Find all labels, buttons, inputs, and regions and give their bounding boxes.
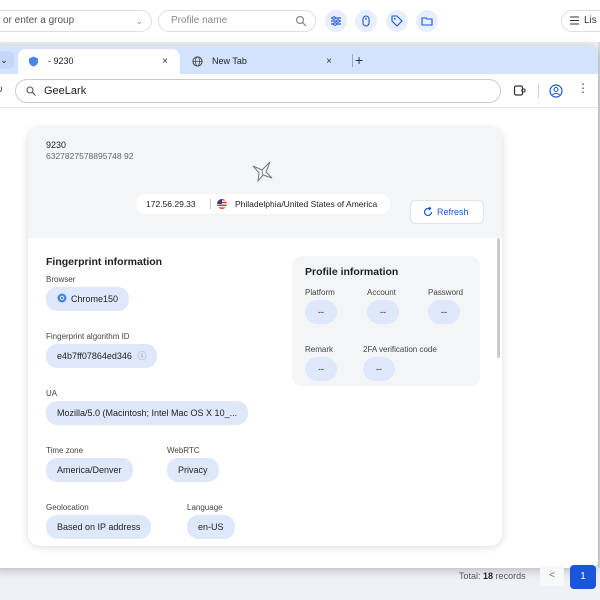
tag-button[interactable] xyxy=(386,10,408,32)
page-1-button[interactable]: 1 xyxy=(570,565,596,589)
browser-value: Chrome150 xyxy=(71,294,119,304)
webrtc-label: WebRTC xyxy=(167,446,200,455)
total-count: 18 xyxy=(483,571,494,581)
ua-value: Mozilla/5.0 (Macintosh; Intel Mac OS X 1… xyxy=(57,408,238,418)
search-icon xyxy=(295,15,307,27)
address-bar: ↻ GeeLark ⋮ xyxy=(0,74,598,108)
toolbar-divider xyxy=(538,84,539,98)
refresh-label: Refresh xyxy=(437,207,469,217)
webrtc-value: Privacy xyxy=(178,465,208,475)
account-label: Account xyxy=(367,288,396,297)
remark-value: -- xyxy=(305,357,337,381)
browser-label: Browser xyxy=(46,275,76,284)
tab-title: - 9230 xyxy=(48,56,74,66)
omnibox-input[interactable]: GeeLark xyxy=(15,79,501,103)
platform-value: -- xyxy=(305,300,337,324)
card-scrollbar[interactable] xyxy=(497,238,500,358)
omnibox-text: GeeLark xyxy=(44,85,87,97)
twofa-label: 2FA verification code xyxy=(363,345,437,354)
group-select[interactable]: or enter a group ⌄ xyxy=(0,10,152,32)
extension-icon[interactable] xyxy=(513,84,526,97)
ua-chip: Mozilla/5.0 (Macintosh; Intel Mac OS X 1… xyxy=(46,401,249,425)
close-icon[interactable]: × xyxy=(326,49,332,74)
mouse-icon xyxy=(362,15,370,27)
total-records: Total: 18 records xyxy=(459,571,526,581)
shield-icon xyxy=(29,56,38,67)
timezone-value: America/Denver xyxy=(57,465,122,475)
webrtc-chip: Privacy xyxy=(167,458,219,482)
timezone-label: Time zone xyxy=(46,446,84,455)
profile-card: 9230 6327827578895748 92 172.56.29.33 Ph… xyxy=(28,128,502,546)
account-value: -- xyxy=(367,300,399,324)
ip-separator xyxy=(210,199,211,209)
refresh-icon xyxy=(423,207,433,217)
tab-separator xyxy=(352,54,353,67)
profile-search-placeholder: Profile name xyxy=(171,15,228,26)
algo-chip: e4b7ff07864ed346 ⓘ xyxy=(46,344,158,368)
filter-button[interactable] xyxy=(325,10,347,32)
menu-dots-icon[interactable]: ⋮ xyxy=(577,81,589,95)
language-chip: en-US xyxy=(187,515,235,539)
profile-info-title: Profile information xyxy=(305,266,399,278)
tab-strip: ⌄ - 9230 × New Tab × + xyxy=(0,46,598,74)
list-icon xyxy=(570,16,579,25)
algo-value: e4b7ff07864ed346 xyxy=(57,351,132,361)
info-icon[interactable]: ⓘ xyxy=(137,351,146,361)
list-view-button[interactable]: Lis xyxy=(561,10,600,32)
total-prefix: Total: xyxy=(459,571,481,581)
password-label: Password xyxy=(428,288,464,297)
location-text: Philadelphia/United States of America xyxy=(235,199,378,209)
profile-id: 6327827578895748 92 xyxy=(46,151,134,161)
ip-address: 172.56.29.33 xyxy=(146,199,196,209)
us-flag-icon xyxy=(217,199,227,209)
chevron-down-icon: ⌄ xyxy=(0,55,8,65)
geolocation-chip: Based on IP address xyxy=(46,515,152,539)
folder-button[interactable] xyxy=(416,10,438,32)
tab-new-tab[interactable]: New Tab × xyxy=(182,49,344,74)
remark-label: Remark xyxy=(305,345,334,354)
ua-label: UA xyxy=(46,389,58,398)
fingerprint-title: Fingerprint information xyxy=(46,256,163,268)
browser-window: ⌄ - 9230 × New Tab × + ↻ GeeLark ⋮ 9230 … xyxy=(0,46,598,568)
tab-profile[interactable]: - 9230 × xyxy=(18,49,180,74)
app-toolbar: or enter a group ⌄ Profile name Lis xyxy=(0,0,600,42)
tab-search-button[interactable]: ⌄ xyxy=(0,51,14,69)
total-suffix: records xyxy=(495,571,526,581)
geolocation-label: Geolocation xyxy=(46,503,89,512)
platform-label: Platform xyxy=(305,288,335,297)
ip-location-pill: 172.56.29.33 Philadelphia/United States … xyxy=(136,194,390,214)
profile-name: 9230 xyxy=(46,140,67,150)
twofa-value: -- xyxy=(363,357,395,381)
globe-icon xyxy=(192,56,203,67)
bird-logo-icon xyxy=(252,161,273,183)
search-icon xyxy=(26,86,36,96)
chevron-down-icon: ⌄ xyxy=(135,16,143,26)
profile-search-input[interactable]: Profile name xyxy=(158,10,316,32)
password-value: -- xyxy=(428,300,460,324)
chrome-icon xyxy=(57,293,67,303)
geolocation-value: Based on IP address xyxy=(57,522,141,532)
prev-page-button[interactable]: < xyxy=(540,566,564,586)
filter-icon xyxy=(331,16,341,26)
account-icon[interactable] xyxy=(549,84,563,98)
browser-chip: Chrome150 xyxy=(46,287,130,311)
tag-icon xyxy=(391,15,403,27)
reload-icon[interactable]: ↻ xyxy=(0,83,3,96)
profile-card-header: 9230 6327827578895748 92 172.56.29.33 Ph… xyxy=(28,128,502,238)
list-view-label: Lis xyxy=(584,15,597,26)
refresh-button[interactable]: Refresh xyxy=(410,200,484,224)
folder-icon xyxy=(421,17,433,26)
new-tab-button[interactable]: + xyxy=(355,49,363,71)
page-content: 9230 6327827578895748 92 172.56.29.33 Ph… xyxy=(0,108,598,568)
group-select-placeholder: or enter a group xyxy=(3,15,75,26)
profile-info-panel: Profile information Platform -- Account … xyxy=(292,256,480,386)
mouse-button[interactable] xyxy=(355,10,377,32)
algo-label: Fingerprint algorithm ID xyxy=(46,332,130,341)
tab-title: New Tab xyxy=(212,56,247,66)
timezone-chip: America/Denver xyxy=(46,458,133,482)
close-icon[interactable]: × xyxy=(162,49,168,74)
language-label: Language xyxy=(187,503,223,512)
language-value: en-US xyxy=(198,522,224,532)
